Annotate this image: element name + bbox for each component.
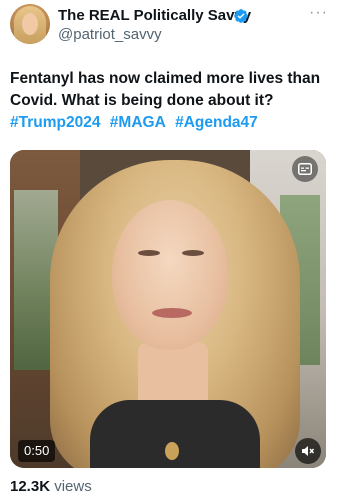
more-options-icon[interactable]: ··· <box>309 5 331 22</box>
hashtag-row: #Trump2024 #MAGA #Agenda47 <box>10 112 330 134</box>
tweet-text-line-1: Fentanyl has now claimed more lives than <box>10 70 321 87</box>
display-name[interactable]: The REAL Politically Savvy <box>58 7 251 24</box>
video-duration-badge: 0:50 <box>18 440 56 462</box>
hashtag-link[interactable]: #Agenda47 <box>175 114 258 131</box>
verified-badge-icon <box>234 9 248 23</box>
video-subject-eye <box>138 250 160 256</box>
video-subject-face <box>112 200 228 350</box>
views-number: 12.3K <box>10 478 51 495</box>
avatar-face <box>22 13 38 35</box>
user-handle[interactable]: @patriot_savvy <box>58 26 162 43</box>
volume-muted-icon[interactable] <box>295 438 321 464</box>
tweet-header: The REAL Politically Savvy @patriot_savv… <box>0 0 337 56</box>
video-subject-pendant <box>165 442 179 460</box>
views-count[interactable]: 12.3K views <box>10 478 92 495</box>
tweet-text-line-2: Covid. What is being done about it? <box>10 92 274 109</box>
tweet-text: Fentanyl has now claimed more lives than… <box>10 68 330 134</box>
views-label: views <box>50 478 92 495</box>
avatar[interactable] <box>10 4 50 44</box>
hashtag-link[interactable]: #Trump2024 <box>10 114 100 131</box>
captions-glyph <box>298 163 312 175</box>
speaker-mute-glyph <box>302 446 315 456</box>
video-subject-mouth <box>152 308 192 318</box>
captions-icon[interactable] <box>292 156 318 182</box>
hashtag-link[interactable]: #MAGA <box>110 114 166 131</box>
video-subject-eye <box>182 250 204 256</box>
video-player[interactable] <box>10 150 326 468</box>
